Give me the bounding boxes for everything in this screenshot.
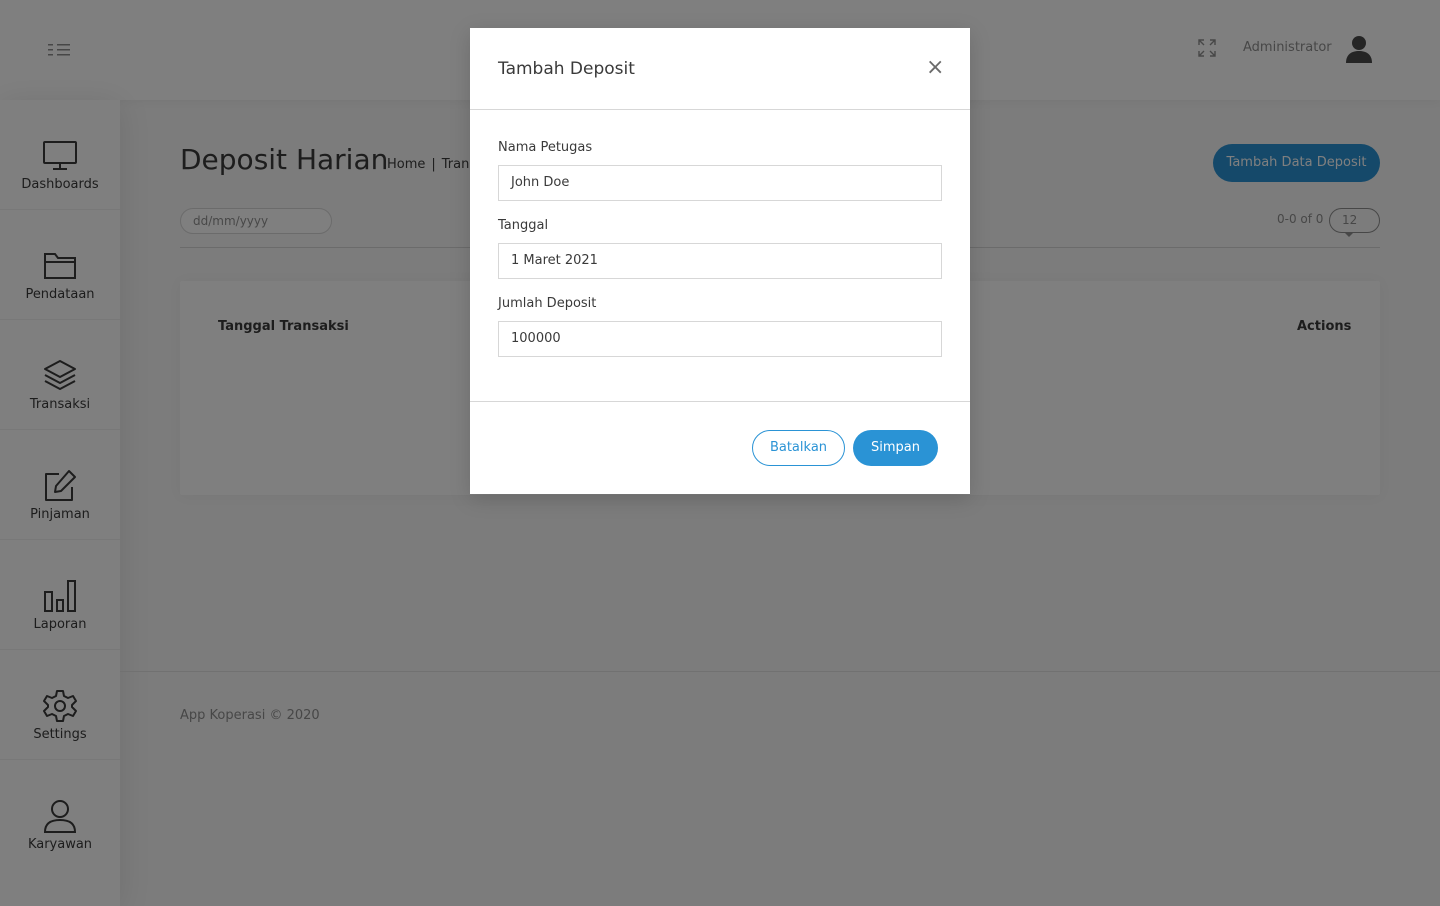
save-button[interactable]: Simpan — [853, 430, 938, 466]
modal-title: Tambah Deposit — [498, 59, 635, 79]
close-icon[interactable]: × — [926, 57, 944, 80]
field-label-nama-petugas: Nama Petugas — [498, 140, 593, 155]
add-deposit-modal: Tambah Deposit × Nama Petugas John Doe T… — [470, 28, 970, 494]
modal-footer-divider — [470, 401, 970, 402]
cancel-button[interactable]: Batalkan — [752, 430, 845, 466]
field-label-jumlah-deposit: Jumlah Deposit — [498, 296, 597, 311]
field-label-tanggal: Tanggal — [498, 218, 549, 233]
nama-petugas-input[interactable]: John Doe — [498, 165, 942, 201]
tanggal-input[interactable]: 1 Maret 2021 — [498, 243, 942, 279]
modal-header: Tambah Deposit × — [470, 28, 970, 110]
jumlah-deposit-input[interactable]: 100000 — [498, 321, 942, 357]
